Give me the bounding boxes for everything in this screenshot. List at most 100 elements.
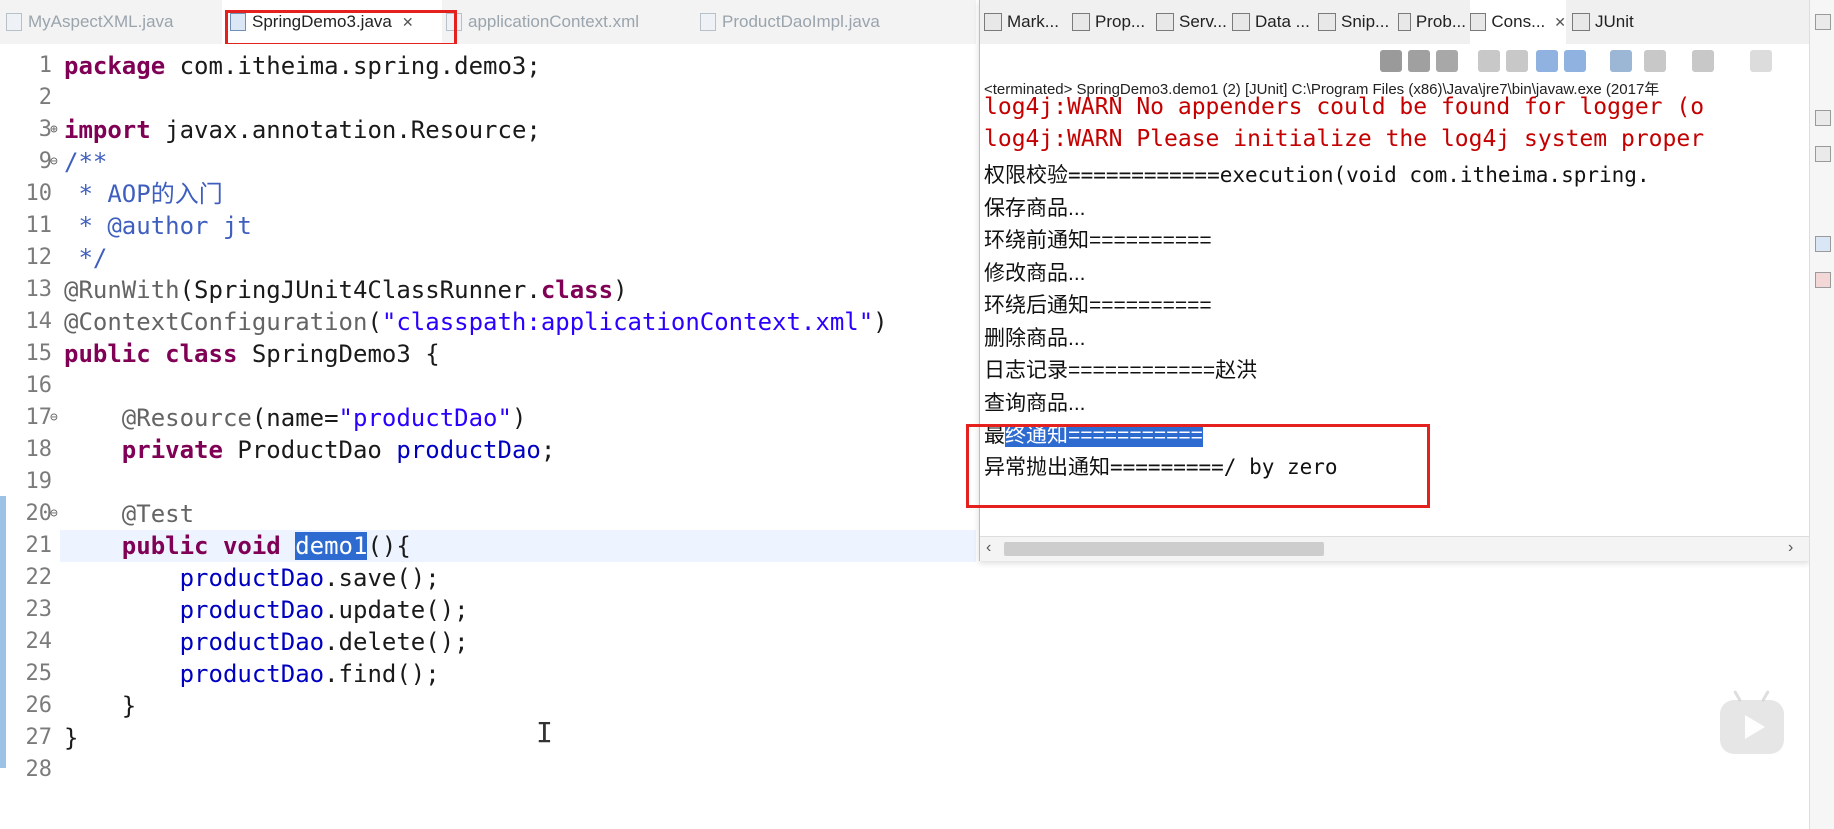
view-tab-strip: Mark... Prop... Serv... Data ... Snip... Prob… [980,0,1810,45]
code-token: ProductDao [237,436,397,464]
maximize-icon[interactable] [1815,14,1831,30]
fold-toggle-icon[interactable]: ⊖ [50,146,60,178]
selected-text: 终通知=========== [1005,424,1203,447]
code-token: @ContextConfiguration [64,308,368,336]
code-token: public class [64,340,252,368]
remove-launch-icon[interactable] [1380,50,1402,72]
code-editor[interactable]: 1 package com.itheima.spring.demo3; 2 3 ⊕ imp… [0,44,976,829]
code-token: ; [540,436,556,464]
minimize-icon[interactable] [1750,50,1772,72]
code-line[interactable]: 10 * AOP的入门 [0,178,976,210]
code-line[interactable]: 14 @ContextConfiguration("classpath:appli… [0,306,976,338]
play-icon[interactable] [1720,690,1784,754]
scroll-lock-icon[interactable] [1506,50,1528,72]
code-line[interactable]: 12 */ [0,242,976,274]
console-line: 最终通知=========== [984,419,1203,449]
scroll-left-icon[interactable]: ‹ [986,539,991,557]
code-line[interactable]: 22 productDao.save(); [0,562,976,594]
code-text: private ProductDao productDao; [64,434,556,466]
xml-file-icon [446,13,462,31]
console-text: 最 [984,424,1005,447]
line-number: 12 [25,245,53,270]
code-line[interactable]: 13 @RunWith(SpringJUnit4ClassRunner.class… [0,274,976,306]
line-number: 17 [25,405,53,430]
view-tab[interactable]: Mark... [984,0,1068,44]
console-line: 修改商品... [984,262,1086,285]
show-error-icon[interactable] [1564,50,1586,72]
outline-icon[interactable] [1815,110,1831,126]
code-line[interactable]: 28 [0,754,976,786]
view-tab[interactable]: Snip... [1318,0,1394,44]
close-icon[interactable]: ✕ [402,14,414,31]
code-line[interactable]: 17 ⊖ @Resource(name="productDao") [0,402,976,434]
scroll-right-icon[interactable]: › [1788,539,1793,557]
code-line[interactable]: 24 productDao.delete(); [0,626,976,658]
code-line[interactable]: 2 [0,82,976,114]
line-number: 24 [25,629,53,654]
line-number: 14 [25,309,53,334]
code-line[interactable]: 9 ⊖/** [0,146,976,178]
code-token: .find(); [324,660,440,688]
code-line[interactable]: 15 public class SpringDemo3 { [0,338,976,370]
display-console-icon[interactable] [1644,50,1666,72]
view-tab[interactable]: JUnit [1572,0,1642,44]
tab-label: ProductDaoImpl.java [722,12,880,31]
open-console-icon[interactable] [1692,50,1714,72]
view-tab[interactable]: Serv... [1156,0,1228,44]
code-token: private [121,436,238,464]
code-line[interactable]: 3 ⊕ import javax.annotation.Resource; [0,114,976,146]
code-line[interactable]: 19 [0,466,976,498]
code-text: productDao.save(); [64,562,440,594]
code-line[interactable]: 18 private ProductDao productDao; [0,434,976,466]
tab-applicationcontext[interactable]: applicationContext.xml [446,0,666,44]
horizontal-scrollbar[interactable]: ‹ › [980,536,1810,561]
code-line[interactable]: 21 public void demo1(){ [0,530,976,562]
console-toolbar [980,44,1810,78]
error-log-icon[interactable] [1815,272,1831,288]
scrollbar-thumb[interactable] [1004,542,1324,556]
show-console-icon[interactable] [1536,50,1558,72]
code-line[interactable]: 16 [0,370,976,402]
code-line[interactable]: 1 package com.itheima.spring.demo3; [0,50,976,82]
clear-console-icon[interactable] [1478,50,1500,72]
view-tab[interactable]: Prob... [1398,0,1466,44]
code-line[interactable]: 25 productDao.find(); [0,658,976,690]
tab-label: applicationContext.xml [468,12,640,31]
code-line[interactable]: 23 productDao.update(); [0,594,976,626]
tab-productdaoimpl[interactable]: ProductDaoImpl.java [700,0,920,44]
close-icon[interactable]: ✕ [1554,14,1566,31]
code-text: productDao.update(); [64,594,469,626]
view-tab[interactable]: Data ... [1232,0,1314,44]
code-token: } [64,724,79,752]
code-line[interactable]: 11 * @author jt [0,210,976,242]
terminate-icon[interactable] [1408,50,1430,72]
line-number: 21 [25,533,53,558]
servers-icon [1156,13,1174,31]
task-list-icon[interactable] [1815,146,1831,162]
line-number: 15 [25,341,53,366]
pin-console-icon[interactable] [1610,50,1632,72]
console-line: log4j:WARN Please initialize the log4j s… [984,126,1705,152]
remove-all-icon[interactable] [1436,50,1458,72]
line-number: 16 [25,373,53,398]
fold-toggle-icon[interactable]: ⊖ [50,402,60,434]
console-panel: Mark... Prop... Serv... Data ... Snip... Prob… [966,0,1810,561]
tab-myaspectxml[interactable]: MyAspectXML.java [6,0,181,44]
line-number: 26 [25,693,53,718]
line-number: 23 [25,597,53,622]
view-tab[interactable]: Cons... ✕ [1470,0,1566,44]
fold-toggle-icon[interactable]: ⊕ [50,114,60,146]
code-line[interactable]: 27} [0,722,976,754]
code-line[interactable]: 20 ⊖ @Test [0,498,976,530]
view-tab-label: Snip... [1341,12,1390,31]
code-text: @Test [64,498,194,530]
code-line[interactable]: 26 } [0,690,976,722]
console-line: 环绕后通知========== [984,294,1212,317]
junit-view-icon[interactable] [1815,236,1831,252]
fold-toggle-icon[interactable]: ⊖ [50,498,60,530]
tab-springdemo3[interactable]: SpringDemo3.java ✕ [222,0,442,44]
view-tab[interactable]: Prop... [1072,0,1152,44]
